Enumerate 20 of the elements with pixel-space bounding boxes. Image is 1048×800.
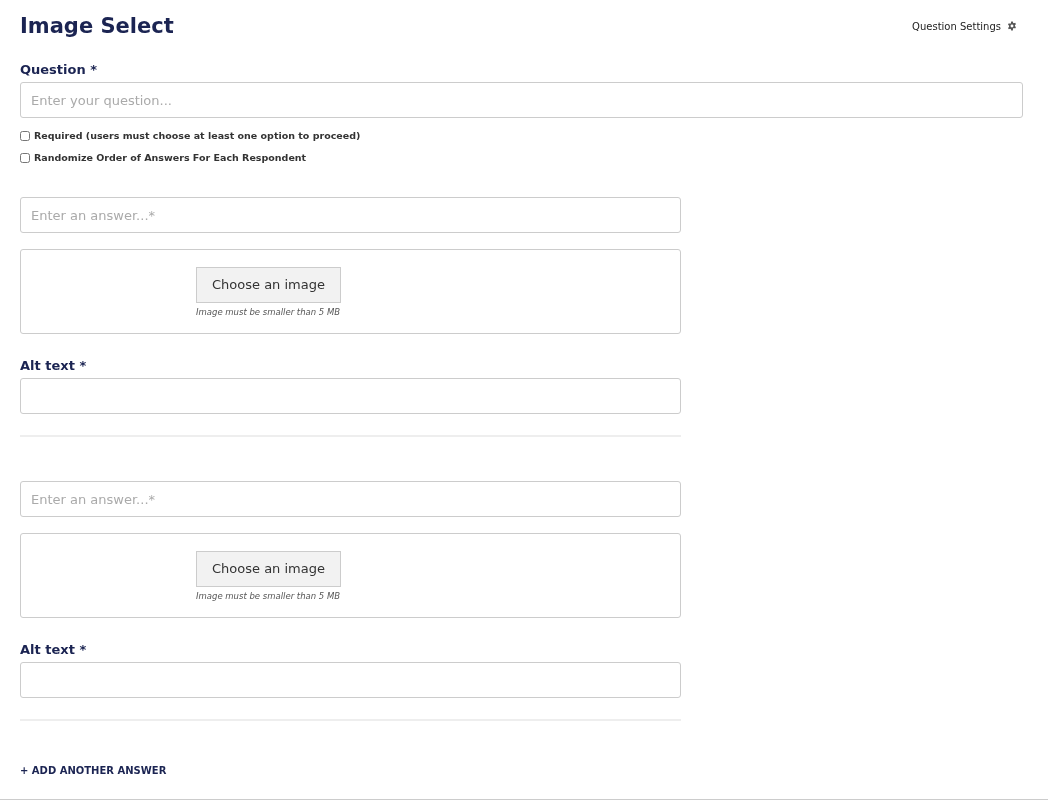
alt-text-label: Alt text * bbox=[20, 358, 88, 373]
question-field[interactable]: Enter your question... bbox=[20, 82, 1023, 118]
checkbox[interactable] bbox=[20, 152, 30, 163]
question-label: Question * bbox=[20, 62, 99, 77]
settings-link[interactable]: Question Settings bbox=[912, 20, 1017, 32]
choose-image-button[interactable]: Choose an image bbox=[196, 550, 341, 587]
choose-image-button[interactable]: Choose an image bbox=[196, 266, 341, 303]
answer-field[interactable]: Enter an answer...* bbox=[20, 197, 681, 233]
image-size-hint: Image must be smaller than 5 MB bbox=[196, 590, 341, 601]
settings-icon bbox=[1007, 21, 1017, 31]
checkbox-label: Required (users must choose at least one option to proceed) bbox=[34, 130, 361, 141]
alt-text-label: Alt text * bbox=[20, 642, 88, 657]
answer-field[interactable]: Enter an answer...* bbox=[20, 481, 681, 517]
checkbox[interactable] bbox=[20, 130, 30, 141]
alt-text-field[interactable] bbox=[20, 378, 681, 414]
page-title: Image Select bbox=[20, 14, 174, 38]
checkbox-label: Randomize Order of Answers For Each Respondent bbox=[34, 152, 307, 163]
image-size-hint: Image must be smaller than 5 MB bbox=[196, 306, 341, 317]
add-answer-link[interactable]: + ADD ANOTHER ANSWER bbox=[20, 765, 167, 776]
alt-text-field[interactable] bbox=[20, 662, 681, 698]
